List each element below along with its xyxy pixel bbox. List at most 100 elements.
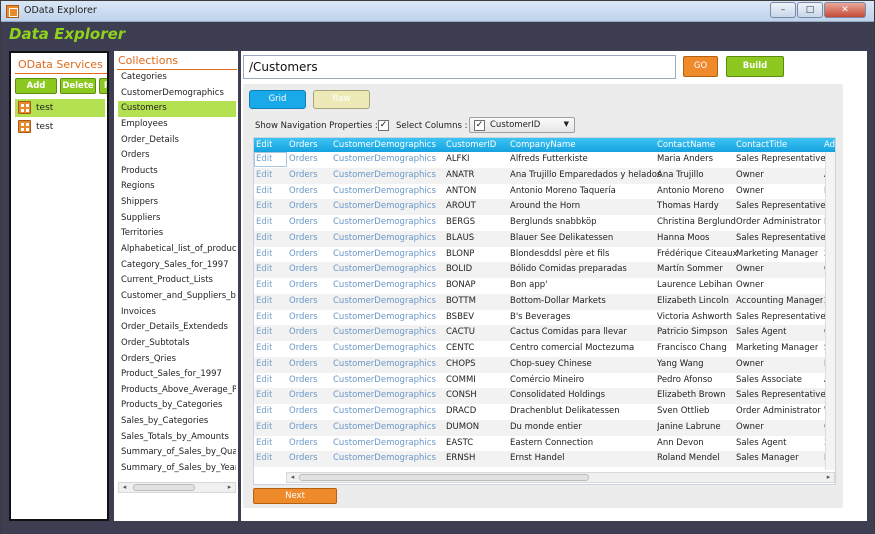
orders-link[interactable]: Orders	[289, 168, 318, 184]
edit-link[interactable]: Edit	[256, 184, 272, 200]
demographics-link[interactable]: CustomerDemographics	[333, 310, 436, 326]
collection-item[interactable]: Product_Sales_for_1997	[118, 367, 236, 383]
orders-link[interactable]: Orders	[289, 420, 318, 436]
collection-item[interactable]: Orders_Qries	[118, 352, 236, 368]
orders-link[interactable]: Orders	[289, 388, 318, 404]
collection-item[interactable]: Customers	[118, 101, 236, 117]
demographics-link[interactable]: CustomerDemographics	[333, 294, 436, 310]
table-row[interactable]: Edit Orders CustomerDemographics CENTC Centr…	[254, 341, 835, 357]
orders-link[interactable]: Orders	[289, 247, 318, 263]
collection-item[interactable]: Sales_Totals_by_Amounts	[118, 430, 236, 446]
table-row[interactable]: Edit Orders CustomerDemographics DRACD Drach…	[254, 404, 835, 420]
table-row[interactable]: Edit Orders CustomerDemographics BOTTM Botto…	[254, 293, 835, 310]
table-row[interactable]: Edit Orders CustomerDemographics CHOPS Chop-…	[254, 356, 835, 373]
scroll-left-icon[interactable]: ◂	[287, 473, 298, 482]
table-row[interactable]: Edit Orders CustomerDemographics CACTU Cactu…	[254, 325, 835, 341]
column-header[interactable]: Orders	[289, 138, 318, 152]
scroll-thumb[interactable]	[133, 484, 195, 491]
demographics-link[interactable]: CustomerDemographics	[333, 436, 436, 452]
table-row[interactable]: Edit Orders CustomerDemographics ANATR Ana T…	[254, 167, 835, 184]
edit-link[interactable]: Edit	[256, 341, 272, 357]
close-button[interactable]: ✕	[824, 2, 866, 18]
orders-link[interactable]: Orders	[289, 231, 318, 247]
collection-item[interactable]: Summary_of_Sales_by_Years	[118, 461, 236, 477]
table-row[interactable]: Edit Orders CustomerDemographics ERNSH Ernst…	[254, 451, 835, 467]
column-header[interactable]: CompanyName	[510, 138, 576, 152]
column-checkbox[interactable]: ✓	[474, 120, 485, 131]
table-row[interactable]: Edit Orders CustomerDemographics BERGS Bergl…	[254, 215, 835, 231]
edit-link[interactable]: Edit	[256, 278, 272, 294]
orders-link[interactable]: Orders	[289, 373, 318, 389]
column-header[interactable]: Edit	[256, 138, 272, 152]
demographics-link[interactable]: CustomerDemographics	[333, 168, 436, 184]
collection-item[interactable]: Products	[118, 164, 236, 180]
edit-link[interactable]: Edit	[256, 199, 272, 215]
orders-link[interactable]: Orders	[289, 357, 318, 373]
edit-link[interactable]: Edit	[256, 152, 272, 168]
collection-item[interactable]: Products_Above_Average_Prices	[118, 383, 236, 399]
demographics-link[interactable]: CustomerDemographics	[333, 152, 436, 168]
orders-link[interactable]: Orders	[289, 451, 318, 467]
collection-item[interactable]: Employees	[118, 117, 236, 133]
orders-link[interactable]: Orders	[289, 152, 318, 168]
demographics-link[interactable]: CustomerDemographics	[333, 357, 436, 373]
orders-link[interactable]: Orders	[289, 310, 318, 326]
collection-item[interactable]: Territories	[118, 226, 236, 242]
table-row[interactable]: Edit Orders CustomerDemographics ALFKI Alfre…	[254, 152, 835, 168]
table-row[interactable]: Edit Orders CustomerDemographics BLONP Blond…	[254, 247, 835, 263]
grid-vscrollbar[interactable]	[825, 152, 835, 470]
orders-link[interactable]: Orders	[289, 294, 318, 310]
demographics-link[interactable]: CustomerDemographics	[333, 420, 436, 436]
collection-item[interactable]: Summary_of_Sales_by_Quarters	[118, 445, 236, 461]
edit-link[interactable]: Edit	[256, 357, 272, 373]
collection-item[interactable]: Suppliers	[118, 211, 236, 227]
edit-link[interactable]: Edit	[256, 373, 272, 389]
minimize-button[interactable]: –	[770, 2, 796, 18]
edit-link[interactable]: Edit	[256, 215, 272, 231]
edit-link[interactable]: Edit	[256, 451, 272, 467]
collection-item[interactable]: Orders	[118, 148, 236, 164]
collection-item[interactable]: Order_Subtotals	[118, 336, 236, 352]
collection-item[interactable]: Regions	[118, 179, 236, 195]
tab-raw[interactable]: Raw	[313, 90, 370, 109]
column-header[interactable]: CustomerDemographics	[333, 138, 436, 152]
orders-link[interactable]: Orders	[289, 341, 318, 357]
orders-link[interactable]: Orders	[289, 404, 318, 420]
collection-item[interactable]: Current_Product_Lists	[118, 273, 236, 289]
demographics-link[interactable]: CustomerDemographics	[333, 373, 436, 389]
demographics-link[interactable]: CustomerDemographics	[333, 278, 436, 294]
edit-link[interactable]: Edit	[256, 294, 272, 310]
collection-item[interactable]: Order_Details_Extendeds	[118, 320, 236, 336]
nav-properties-checkbox[interactable]: ✓	[378, 120, 389, 131]
service-item[interactable]: test	[15, 118, 105, 136]
table-row[interactable]: Edit Orders CustomerDemographics ANTON Anton…	[254, 184, 835, 200]
service-extra-button[interactable]: P	[99, 78, 107, 94]
scroll-right-icon[interactable]: ▸	[823, 473, 834, 482]
table-row[interactable]: Edit Orders CustomerDemographics AROUT Aroun…	[254, 199, 835, 215]
demographics-link[interactable]: CustomerDemographics	[333, 199, 436, 215]
next-page-button[interactable]: Next	[253, 488, 337, 504]
build-query-button[interactable]: Build Query	[726, 56, 784, 90]
edit-link[interactable]: Edit	[256, 247, 272, 263]
delete-service-button[interactable]: Delete	[60, 78, 96, 94]
table-row[interactable]: Edit Orders CustomerDemographics BSBEV B's B…	[254, 310, 835, 326]
column-header[interactable]: ContactTitle	[736, 138, 787, 152]
orders-link[interactable]: Orders	[289, 184, 318, 200]
demographics-link[interactable]: CustomerDemographics	[333, 341, 436, 357]
edit-link[interactable]: Edit	[256, 420, 272, 436]
collection-item[interactable]: Shippers	[118, 195, 236, 211]
collection-item[interactable]: Invoices	[118, 305, 236, 321]
demographics-link[interactable]: CustomerDemographics	[333, 262, 436, 278]
edit-link[interactable]: Edit	[256, 310, 272, 326]
select-columns-dropdown[interactable]: ✓ CustomerID ▼	[469, 117, 575, 133]
edit-link[interactable]: Edit	[256, 325, 272, 341]
collection-item[interactable]: Customer_and_Suppliers_by_City	[118, 289, 236, 305]
column-header[interactable]: ContactName	[657, 138, 715, 152]
column-header[interactable]: Ad	[824, 138, 835, 152]
tab-grid[interactable]: Grid	[249, 90, 306, 109]
collection-item[interactable]: Sales_by_Categories	[118, 414, 236, 430]
demographics-link[interactable]: CustomerDemographics	[333, 388, 436, 404]
table-row[interactable]: Edit Orders CustomerDemographics COMMI Comér…	[254, 373, 835, 389]
demographics-link[interactable]: CustomerDemographics	[333, 325, 436, 341]
orders-link[interactable]: Orders	[289, 278, 318, 294]
